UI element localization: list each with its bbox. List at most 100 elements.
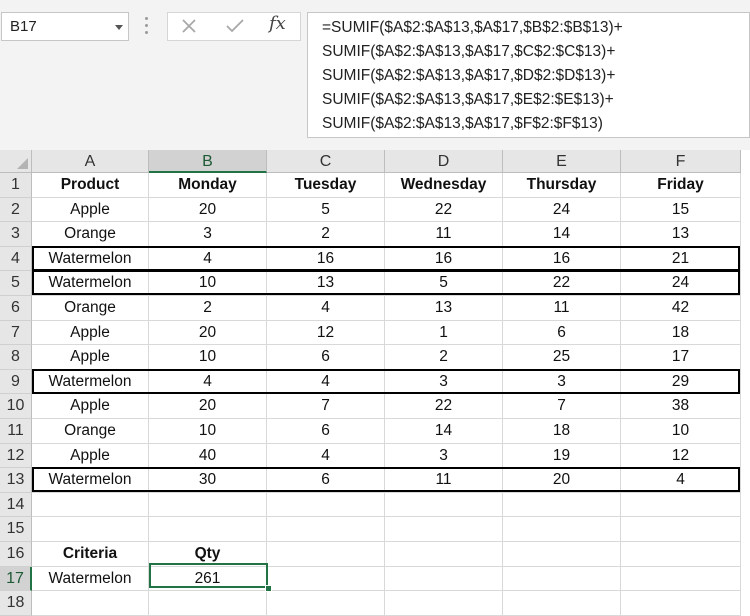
- name-box[interactable]: B17: [1, 12, 129, 41]
- cell-f18[interactable]: [621, 591, 741, 616]
- cell-a10[interactable]: Apple: [32, 394, 149, 419]
- cell-d15[interactable]: [385, 517, 503, 542]
- cell-d8[interactable]: 2: [385, 345, 503, 370]
- cell-a1[interactable]: Product: [32, 173, 149, 198]
- cell-c16[interactable]: [267, 542, 385, 567]
- cell-c4[interactable]: 16: [267, 246, 385, 272]
- cell-a16[interactable]: Criteria: [32, 542, 149, 567]
- cell-f3[interactable]: 13: [621, 222, 741, 247]
- cell-b12[interactable]: 40: [149, 443, 267, 469]
- cell-d1[interactable]: Wednesday: [385, 173, 503, 198]
- cell-e8[interactable]: 25: [503, 345, 621, 370]
- column-header-c[interactable]: C: [267, 150, 385, 173]
- cell-f15[interactable]: [621, 517, 741, 542]
- cell-e16[interactable]: [503, 542, 621, 567]
- cell-a3[interactable]: Orange: [32, 222, 149, 247]
- cell-c9[interactable]: 4: [267, 369, 385, 395]
- cell-b13[interactable]: 30: [149, 468, 267, 493]
- cell-f13[interactable]: 4: [621, 468, 741, 493]
- cell-a6[interactable]: Orange: [32, 296, 149, 321]
- cell-c5[interactable]: 13: [267, 271, 385, 296]
- cell-f12[interactable]: 12: [621, 443, 741, 469]
- cell-d16[interactable]: [385, 542, 503, 567]
- cell-f16[interactable]: [621, 542, 741, 567]
- cell-f10[interactable]: 38: [621, 394, 741, 419]
- enter-check-icon[interactable]: [225, 18, 245, 34]
- row-header-5[interactable]: 5: [0, 271, 32, 296]
- row-header-14[interactable]: 14: [0, 492, 32, 518]
- cell-e18[interactable]: [503, 591, 621, 616]
- cell-e1[interactable]: Thursday: [503, 173, 621, 198]
- cell-a17[interactable]: Watermelon: [32, 566, 149, 592]
- cell-e14[interactable]: [503, 492, 621, 518]
- cell-e17[interactable]: [503, 566, 621, 592]
- cell-b2[interactable]: 20: [149, 197, 267, 223]
- row-header-13[interactable]: 13: [0, 468, 32, 493]
- cell-d14[interactable]: [385, 492, 503, 518]
- row-header-8[interactable]: 8: [0, 345, 32, 370]
- cell-e12[interactable]: 19: [503, 443, 621, 469]
- cell-e7[interactable]: 6: [503, 320, 621, 346]
- cell-c1[interactable]: Tuesday: [267, 173, 385, 198]
- cell-c14[interactable]: [267, 492, 385, 518]
- cell-a15[interactable]: [32, 517, 149, 542]
- column-header-d[interactable]: D: [385, 150, 503, 173]
- cell-d17[interactable]: [385, 566, 503, 592]
- cell-a7[interactable]: Apple: [32, 320, 149, 346]
- row-header-3[interactable]: 3: [0, 222, 32, 247]
- row-header-7[interactable]: 7: [0, 320, 32, 346]
- cell-a5[interactable]: Watermelon: [32, 271, 149, 296]
- cell-e10[interactable]: 7: [503, 394, 621, 419]
- cell-f4[interactable]: 21: [621, 246, 741, 272]
- cell-c11[interactable]: 6: [267, 419, 385, 444]
- cell-a9[interactable]: Watermelon: [32, 369, 149, 395]
- cell-b6[interactable]: 2: [149, 296, 267, 321]
- cell-f9[interactable]: 29: [621, 369, 741, 395]
- column-header-b[interactable]: B: [149, 150, 267, 173]
- row-header-11[interactable]: 11: [0, 419, 32, 444]
- cell-f6[interactable]: 42: [621, 296, 741, 321]
- row-header-15[interactable]: 15: [0, 517, 32, 542]
- cell-a11[interactable]: Orange: [32, 419, 149, 444]
- cell-a2[interactable]: Apple: [32, 197, 149, 223]
- cell-e13[interactable]: 20: [503, 468, 621, 493]
- cell-a13[interactable]: Watermelon: [32, 468, 149, 493]
- cell-b15[interactable]: [149, 517, 267, 542]
- cell-c8[interactable]: 6: [267, 345, 385, 370]
- cell-a12[interactable]: Apple: [32, 443, 149, 469]
- cell-b10[interactable]: 20: [149, 394, 267, 419]
- cell-b4[interactable]: 4: [149, 246, 267, 272]
- cell-f2[interactable]: 15: [621, 197, 741, 223]
- cell-e6[interactable]: 11: [503, 296, 621, 321]
- cell-c7[interactable]: 12: [267, 320, 385, 346]
- row-header-1[interactable]: 1: [0, 173, 32, 198]
- cancel-icon[interactable]: [181, 18, 197, 34]
- cell-e9[interactable]: 3: [503, 369, 621, 395]
- row-header-12[interactable]: 12: [0, 443, 32, 469]
- cell-f5[interactable]: 24: [621, 271, 741, 296]
- row-header-9[interactable]: 9: [0, 369, 32, 395]
- cell-d12[interactable]: 3: [385, 443, 503, 469]
- select-all-button[interactable]: [0, 150, 32, 173]
- cell-a18[interactable]: [32, 591, 149, 616]
- cell-b7[interactable]: 20: [149, 320, 267, 346]
- cell-d10[interactable]: 22: [385, 394, 503, 419]
- cell-b18[interactable]: [149, 591, 267, 616]
- cell-c17[interactable]: [267, 566, 385, 592]
- cell-a14[interactable]: [32, 492, 149, 518]
- cell-b14[interactable]: [149, 492, 267, 518]
- cell-c13[interactable]: 6: [267, 468, 385, 493]
- cell-c12[interactable]: 4: [267, 443, 385, 469]
- cell-b8[interactable]: 10: [149, 345, 267, 370]
- cell-f14[interactable]: [621, 492, 741, 518]
- cell-d13[interactable]: 11: [385, 468, 503, 493]
- cell-d7[interactable]: 1: [385, 320, 503, 346]
- cell-b9[interactable]: 4: [149, 369, 267, 395]
- row-header-4[interactable]: 4: [0, 246, 32, 272]
- cell-d9[interactable]: 3: [385, 369, 503, 395]
- cell-d4[interactable]: 16: [385, 246, 503, 272]
- insert-function-icon[interactable]: fx: [269, 13, 286, 34]
- column-header-a[interactable]: A: [32, 150, 149, 173]
- row-header-10[interactable]: 10: [0, 394, 32, 419]
- cell-b17[interactable]: 261: [149, 566, 267, 592]
